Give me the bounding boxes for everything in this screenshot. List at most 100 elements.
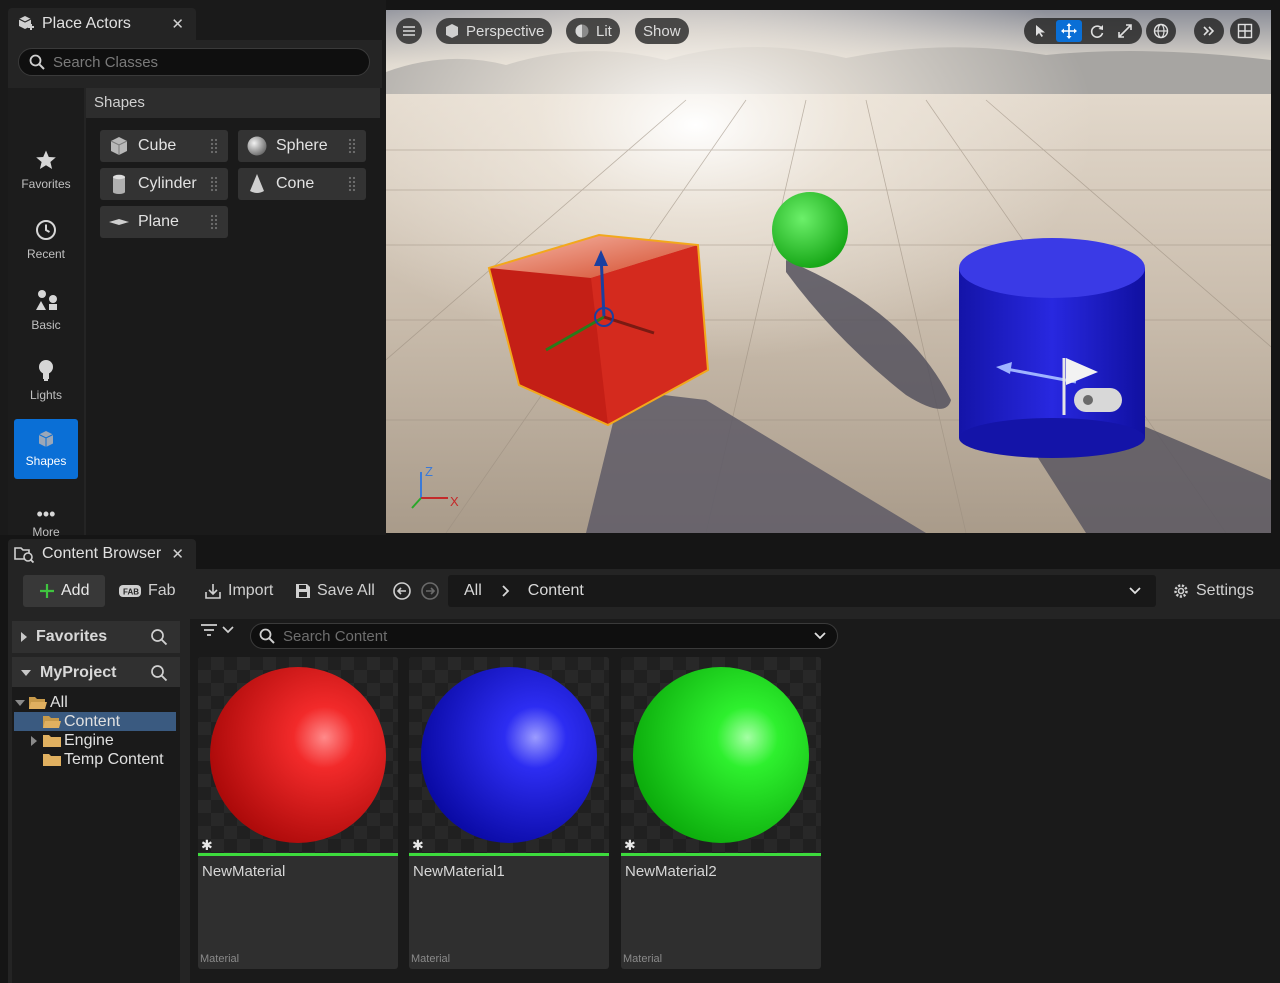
- asterisk-icon: ✱: [201, 837, 213, 853]
- perspective-button[interactable]: Perspective: [436, 18, 553, 44]
- cube-icon: [38, 431, 54, 447]
- chevron-right-icon: [21, 632, 27, 642]
- drag-handle-icon[interactable]: [348, 176, 356, 192]
- shape-item-plane[interactable]: Plane: [100, 206, 228, 238]
- rotate-tool-button[interactable]: [1084, 20, 1110, 42]
- tree-label: Engine: [64, 731, 114, 749]
- shape-item-cube[interactable]: Cube: [100, 130, 228, 162]
- search-classes-box[interactable]: [18, 48, 370, 76]
- settings-button[interactable]: Settings: [1172, 575, 1254, 607]
- viewport-scene[interactable]: Z X: [386, 10, 1271, 533]
- move-icon: [1061, 23, 1077, 39]
- category-basic[interactable]: Basic: [14, 280, 78, 340]
- category-favorites[interactable]: Favorites: [14, 140, 78, 200]
- fab-button[interactable]: FAB Fab: [118, 575, 176, 607]
- show-button[interactable]: Show: [635, 18, 689, 44]
- forward-button[interactable]: [420, 575, 440, 607]
- add-button[interactable]: Add: [23, 575, 105, 607]
- asset-view: ✱ NewMaterial Material ✱ NewMaterial1 Ma…: [190, 619, 1280, 983]
- select-tool-button[interactable]: [1028, 20, 1054, 42]
- scale-tool-button[interactable]: [1112, 20, 1138, 42]
- shapes-content: Shapes Cube Sphere Cylinder Cone Plane: [86, 88, 382, 535]
- lit-label: Lit: [596, 22, 612, 40]
- content-search-box[interactable]: [250, 623, 838, 649]
- category-label: Recent: [26, 247, 66, 261]
- chevron-right-icon[interactable]: [500, 585, 510, 597]
- asset-tile-newmaterial1[interactable]: ✱ NewMaterial1 Material: [409, 657, 609, 969]
- drag-handle-icon[interactable]: [348, 138, 356, 154]
- cube-icon: [110, 137, 128, 155]
- chevron-down-icon: [222, 626, 234, 634]
- shape-item-cylinder[interactable]: Cylinder: [100, 168, 228, 200]
- place-actors-tab[interactable]: Place Actors ✕: [8, 8, 196, 40]
- lit-sphere-icon: [575, 24, 589, 38]
- search-icon: [29, 54, 45, 70]
- category-label: Lights: [29, 388, 63, 402]
- close-icon[interactable]: ✕: [171, 545, 184, 563]
- lit-button[interactable]: Lit: [566, 18, 620, 44]
- category-lights[interactable]: Lights: [14, 350, 78, 410]
- search-icon[interactable]: [150, 628, 168, 646]
- move-tool-button[interactable]: [1056, 20, 1082, 42]
- import-button[interactable]: Import: [204, 575, 273, 607]
- search-icon[interactable]: [150, 664, 168, 682]
- breadcrumb-all[interactable]: All: [464, 582, 482, 600]
- globe-icon: [1153, 23, 1169, 39]
- shape-item-cone[interactable]: Cone: [238, 168, 366, 200]
- tree-label: Content: [64, 712, 121, 730]
- viewport-layout-button[interactable]: [1230, 18, 1260, 44]
- close-icon[interactable]: ✕: [171, 15, 184, 33]
- category-recent[interactable]: Recent: [14, 210, 78, 270]
- project-section-header[interactable]: MyProject: [12, 657, 180, 689]
- folder-icon: [43, 734, 61, 747]
- world-local-toggle[interactable]: [1146, 18, 1176, 44]
- chevron-down-icon[interactable]: [813, 631, 827, 641]
- shape-label: Cone: [276, 175, 315, 192]
- ellipsis-icon: •••: [36, 504, 56, 524]
- asset-name: NewMaterial: [202, 863, 286, 880]
- filter-icon: [201, 624, 217, 636]
- asset-thumbnail: [198, 657, 398, 853]
- asset-tile-newmaterial2[interactable]: ✱ NewMaterial2 Material: [621, 657, 821, 969]
- lightbulb-icon: [39, 360, 53, 381]
- search-classes-input[interactable]: [53, 53, 353, 71]
- chevron-right-icon[interactable]: [28, 735, 40, 747]
- favorites-section-header[interactable]: Favorites: [12, 621, 180, 653]
- chevron-down-icon[interactable]: [14, 698, 26, 708]
- category-more[interactable]: ••• More: [14, 504, 78, 544]
- asterisk-icon: ✱: [624, 837, 636, 853]
- drag-handle-icon[interactable]: [210, 138, 218, 154]
- tree-item-engine[interactable]: Engine: [28, 731, 114, 750]
- tree-item-content[interactable]: Content: [14, 712, 176, 731]
- content-browser-tab[interactable]: Content Browser ✕: [8, 539, 196, 569]
- tree-label: Temp Content: [64, 750, 164, 768]
- drag-handle-icon[interactable]: [210, 176, 218, 192]
- asset-tile-newmaterial[interactable]: ✱ NewMaterial Material: [198, 657, 398, 969]
- sphere-icon: [247, 136, 267, 156]
- asset-type-color-bar: [621, 853, 821, 856]
- category-shapes[interactable]: Shapes: [14, 419, 78, 479]
- add-label: Add: [61, 582, 90, 599]
- folder-tree: All Content Engine Temp Content: [12, 687, 180, 983]
- place-actors-body: Favorites Recent Basic Lights Shapes •••…: [8, 40, 382, 539]
- search-content-input[interactable]: [283, 627, 803, 645]
- shape-label: Plane: [138, 213, 179, 230]
- shape-item-sphere[interactable]: Sphere: [238, 130, 366, 162]
- place-actors-panel: Place Actors ✕ Favorites Recent Basic: [0, 0, 386, 539]
- level-viewport[interactable]: Z X Perspective Lit Show: [386, 10, 1271, 533]
- save-all-button[interactable]: Save All: [295, 575, 375, 607]
- viewport-menu-button[interactable]: [396, 18, 422, 44]
- drag-handle-icon[interactable]: [210, 214, 218, 230]
- tree-item-temp-content[interactable]: Temp Content: [42, 750, 164, 769]
- back-button[interactable]: [392, 575, 412, 607]
- asset-type: Material: [623, 953, 663, 965]
- breadcrumb-content[interactable]: Content: [528, 582, 584, 600]
- expand-toolbar-button[interactable]: [1194, 18, 1224, 44]
- save-icon: [296, 584, 310, 598]
- tree-item-all[interactable]: All: [14, 693, 68, 712]
- cursor-icon: [1036, 25, 1045, 37]
- filter-dropdown[interactable]: [200, 623, 234, 637]
- chevron-down-icon[interactable]: [1128, 586, 1142, 596]
- folder-icon: [43, 753, 61, 766]
- cylinder-icon: [113, 174, 125, 194]
